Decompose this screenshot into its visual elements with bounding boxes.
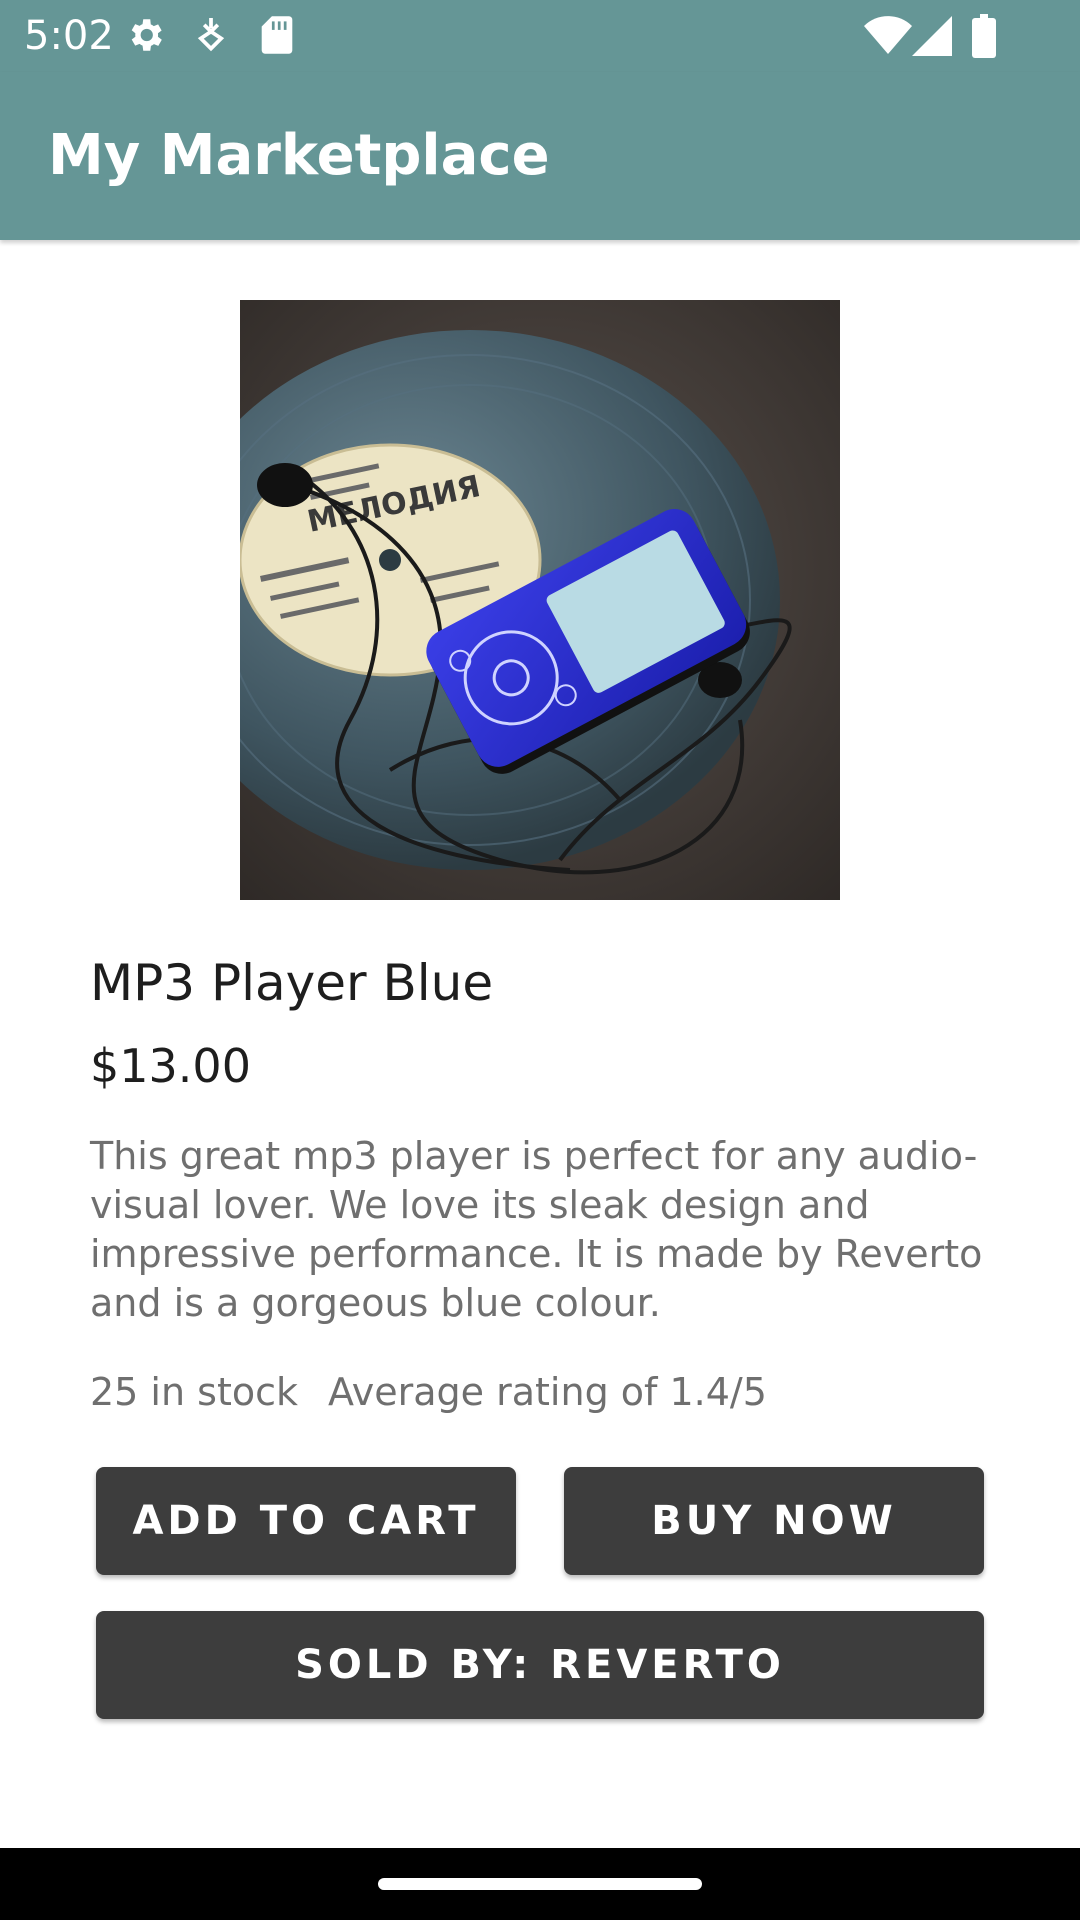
- download-arrow-icon: [194, 14, 228, 60]
- status-time: 5:02: [24, 13, 114, 59]
- product-image: МЕЛОДИЯ: [240, 300, 840, 900]
- stock-count: 25 in stock: [90, 1370, 298, 1414]
- wifi-icon: [864, 16, 912, 60]
- sd-card-icon: [260, 14, 294, 60]
- app-bar: My Marketplace: [0, 72, 1080, 240]
- cellular-signal-icon: [912, 16, 952, 60]
- add-to-cart-button[interactable]: ADD TO CART: [96, 1467, 516, 1575]
- mp3-player-on-vinyl-record-image: МЕЛОДИЯ: [240, 300, 840, 900]
- sold-by-seller-button[interactable]: SOLD BY: REVERTO: [96, 1611, 984, 1719]
- product-meta-row: 25 in stock Average rating of 1.4/5: [90, 1366, 767, 1418]
- home-gesture-handle[interactable]: [378, 1878, 702, 1890]
- product-detail-screen: 5:02 My Marketplace МЕЛОДИЯ MP3 Player B…: [0, 0, 1080, 1920]
- average-rating: Average rating of 1.4/5: [328, 1370, 767, 1414]
- app-title: My Marketplace: [48, 123, 550, 188]
- battery-icon: [972, 14, 996, 62]
- settings-gear-icon: [124, 14, 166, 60]
- product-name: MP3 Player Blue: [90, 954, 494, 1012]
- buy-now-button[interactable]: BUY NOW: [564, 1467, 984, 1575]
- system-nav-bar: [0, 1848, 1080, 1920]
- product-description: This great mp3 player is perfect for any…: [90, 1134, 983, 1325]
- status-bar: 5:02: [0, 0, 1080, 72]
- product-price: $13.00: [90, 1039, 251, 1093]
